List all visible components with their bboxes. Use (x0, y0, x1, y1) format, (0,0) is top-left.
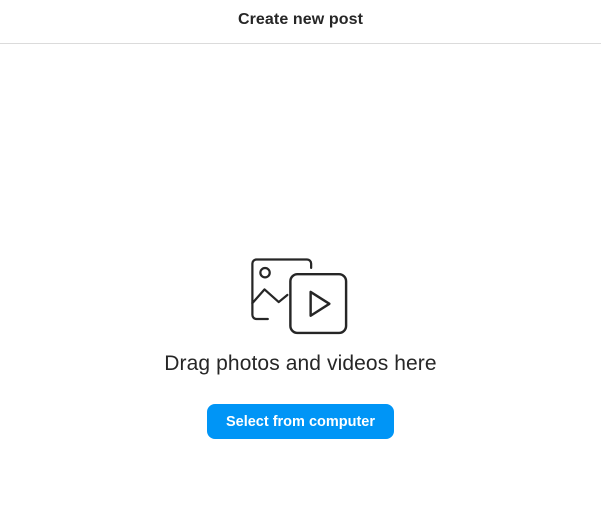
drag-prompt: Drag photos and videos here (164, 352, 437, 375)
dialog-title: Create new post (237, 11, 364, 28)
select-from-computer-button[interactable]: Select from computer (207, 404, 394, 439)
dialog-header: Create new post (0, 0, 601, 44)
upload-area[interactable]: Drag photos and videos here Select from … (0, 44, 601, 528)
photo-video-icon (251, 258, 348, 335)
create-post-dialog: Create new post Drag photos and videos h… (0, 0, 601, 528)
